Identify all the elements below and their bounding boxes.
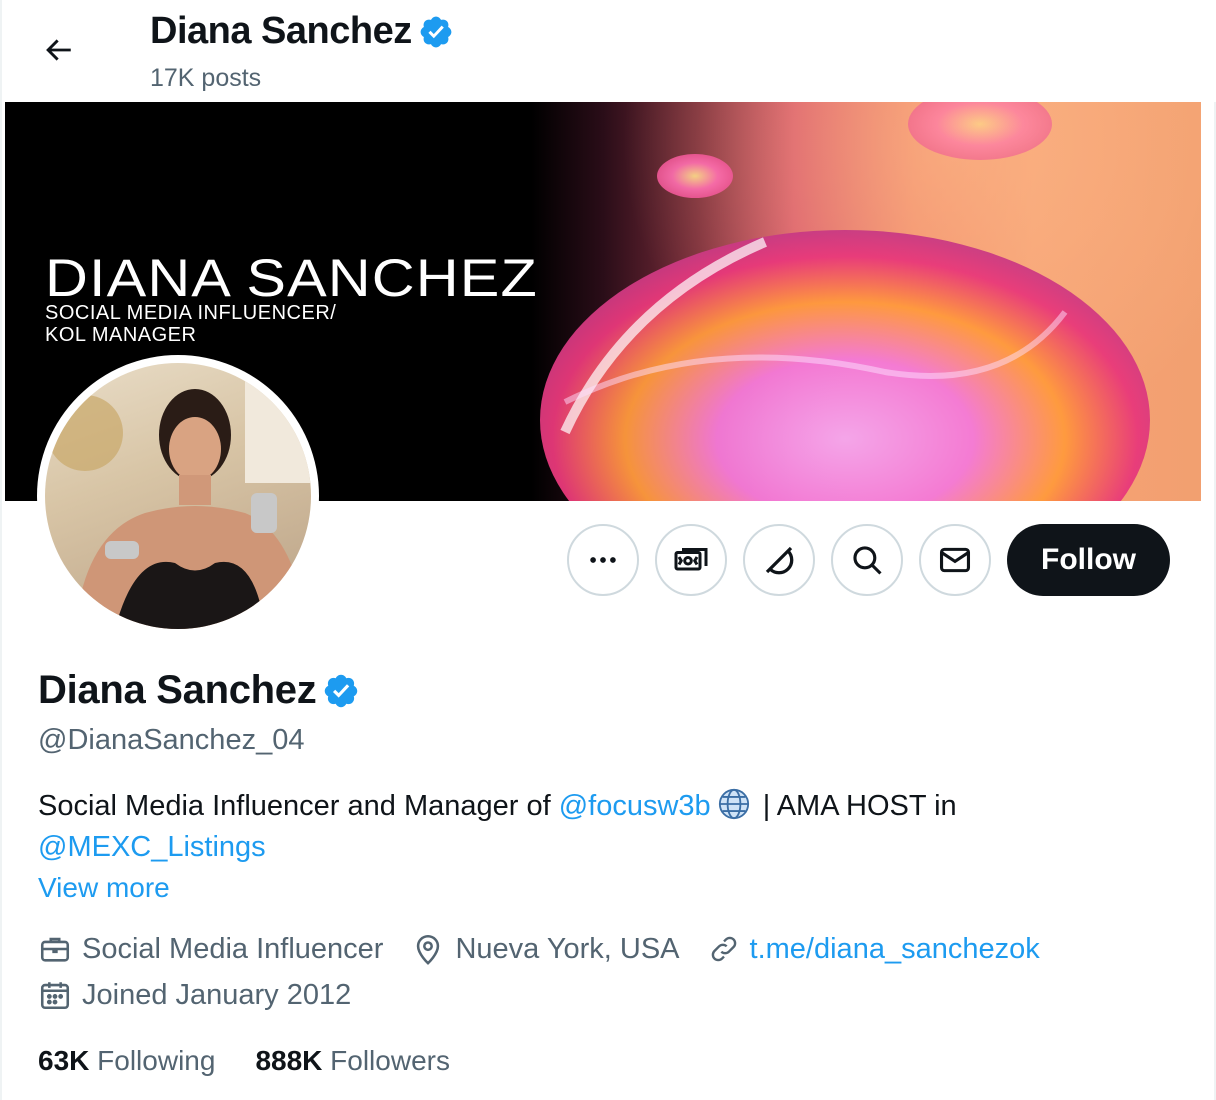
banner-subtitle-line1: SOCIAL MEDIA INFLUENCER/ xyxy=(45,302,337,324)
profile-meta-row: Social Media Influencer Nueva York, USA … xyxy=(38,932,1068,966)
profile-name: Diana Sanchez xyxy=(38,668,317,712)
money-icon xyxy=(674,548,708,571)
header-name: Diana Sanchez xyxy=(150,10,412,52)
profession-item: Social Media Influencer xyxy=(38,932,383,966)
joined-item: Joined January 2012 xyxy=(38,978,351,1012)
more-horizontal-icon xyxy=(590,557,616,563)
location-pin-icon xyxy=(417,934,440,965)
banner-subtitle-line2: KOL MANAGER xyxy=(45,324,197,346)
following-count: 63K xyxy=(38,1045,90,1076)
profile-name-wrap: Diana Sanchez xyxy=(38,668,360,713)
location-item: Nueva York, USA xyxy=(411,932,680,966)
grok-button[interactable] xyxy=(743,524,815,596)
website-link[interactable]: t.me/diana_sanchezok xyxy=(750,933,1040,966)
banner-subtitle: SOCIAL MEDIA INFLUENCER/ KOL MANAGER xyxy=(45,302,336,346)
bio-text: Social Media Influencer and Manager of xyxy=(38,790,559,822)
more-button[interactable] xyxy=(567,524,639,596)
message-button[interactable] xyxy=(919,524,991,596)
followers-label: Followers xyxy=(330,1045,450,1076)
avatar[interactable] xyxy=(37,355,319,637)
profession-text: Social Media Influencer xyxy=(82,932,384,965)
profile-meta-row-joined: Joined January 2012 xyxy=(38,978,379,1012)
profile-page: Diana Sanchez 17K posts DIANA SANCHEZ SO… xyxy=(0,0,1216,1100)
verified-badge-icon xyxy=(420,16,452,47)
profile-bio: Social Media Influencer and Manager of @… xyxy=(38,786,1188,868)
location-text: Nueva York, USA xyxy=(455,932,680,965)
profile-actions: Follow xyxy=(567,524,1170,596)
avatar-photo xyxy=(45,363,311,629)
subscribe-button[interactable] xyxy=(655,524,727,596)
briefcase-icon xyxy=(40,937,70,962)
header-post-count: 17K posts xyxy=(150,64,262,92)
avatar-illustration xyxy=(47,363,311,629)
back-button[interactable] xyxy=(30,22,86,78)
link-icon xyxy=(711,936,736,962)
mention-link-focusw3b[interactable]: @focusw3b xyxy=(559,790,711,822)
banner-title: DIANA SANCHEZ xyxy=(45,249,538,308)
top-header: Diana Sanchez 17K posts xyxy=(2,0,1216,102)
header-name-wrap: Diana Sanchez xyxy=(150,10,454,53)
grok-icon xyxy=(765,546,794,575)
followers-count: 888K xyxy=(255,1045,323,1076)
calendar-icon xyxy=(40,982,70,1010)
mention-link-mexc[interactable]: @MEXC_Listings xyxy=(38,831,266,863)
joined-text: Joined January 2012 xyxy=(82,978,352,1011)
follow-button[interactable]: Follow xyxy=(1007,524,1170,596)
website-item: t.me/diana_sanchezok xyxy=(708,933,1040,966)
following-label: Following xyxy=(97,1045,216,1076)
profile-stats: 63K Following 888K Followers xyxy=(38,1045,490,1077)
globe-icon xyxy=(718,788,749,820)
search-icon xyxy=(853,546,882,575)
followers-stat[interactable]: 888K Followers xyxy=(255,1045,450,1077)
verified-badge-icon[interactable] xyxy=(322,672,360,710)
view-more-link[interactable]: View more xyxy=(38,872,170,904)
envelope-icon xyxy=(939,547,971,573)
profile-handle: @DianaSanchez_04 xyxy=(38,724,305,756)
search-button[interactable] xyxy=(831,524,903,596)
bio-text-ama: | AMA HOST in xyxy=(754,790,957,822)
following-stat[interactable]: 63K Following xyxy=(38,1045,215,1077)
arrow-left-icon xyxy=(46,39,71,61)
